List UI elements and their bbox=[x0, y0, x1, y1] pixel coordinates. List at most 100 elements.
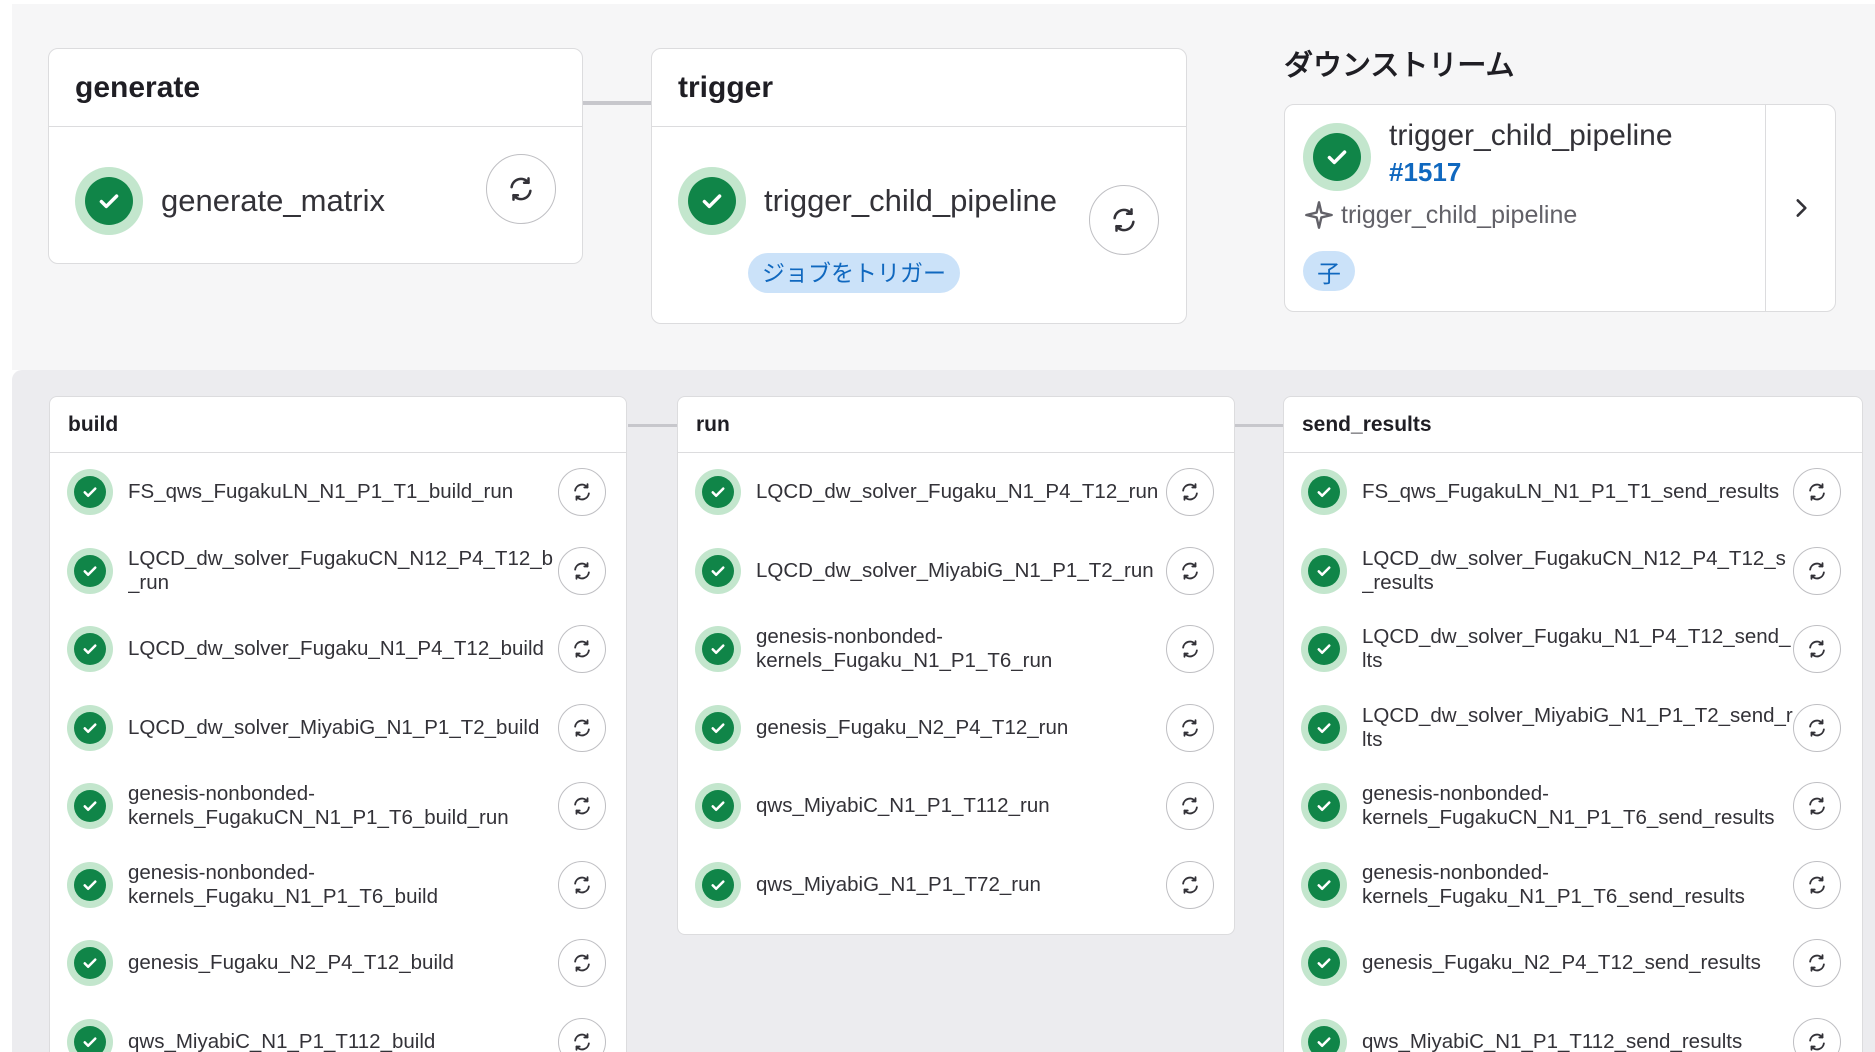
retry-button[interactable] bbox=[1793, 782, 1841, 830]
expand-downstream-button[interactable] bbox=[1765, 105, 1835, 311]
job-row[interactable]: FS_qws_FugakuLN_N1_P1_T1_send_results bbox=[1284, 453, 1862, 532]
retry-button[interactable] bbox=[558, 939, 606, 987]
retry-icon bbox=[1182, 561, 1198, 580]
job-name: LQCD_dw_solver_Fugaku_N1_P4_T12_build bbox=[128, 637, 544, 661]
job-name: LQCD_dw_solver_Fugaku_N1_P4_T12_run bbox=[756, 480, 1159, 504]
job-row[interactable]: genesis-nonbonded- kernels_Fugaku_N1_P1_… bbox=[1284, 846, 1862, 925]
stage-title: generate bbox=[49, 49, 582, 127]
job-name: genesis-nonbonded- kernels_Fugaku_N1_P1_… bbox=[128, 860, 438, 908]
job-row[interactable]: LQCD_dw_solver_MiyabiG_N1_P1_T2_send_r l… bbox=[1284, 689, 1862, 768]
check-circle-icon bbox=[67, 626, 113, 672]
parent-pipeline-area: generate generate_matrix trigger trigger… bbox=[12, 4, 1875, 370]
job-row[interactable]: genesis_Fugaku_N2_P4_T12_build bbox=[50, 924, 626, 1003]
retry-icon bbox=[1182, 875, 1198, 894]
stage-title: send_results bbox=[1284, 397, 1862, 453]
retry-button[interactable] bbox=[1793, 703, 1841, 752]
retry-icon bbox=[1182, 718, 1198, 737]
job-row[interactable]: genesis_Fugaku_N2_P4_T12_run bbox=[678, 689, 1234, 768]
check-circle-icon bbox=[695, 783, 741, 829]
retry-button[interactable] bbox=[558, 860, 606, 909]
trigger-source-icon bbox=[1305, 201, 1333, 229]
retry-button[interactable] bbox=[558, 782, 606, 830]
retry-button[interactable] bbox=[486, 154, 556, 224]
retry-button[interactable] bbox=[558, 546, 606, 595]
chevron-right-icon bbox=[1795, 199, 1807, 217]
check-circle-icon bbox=[695, 704, 741, 751]
job-row[interactable]: genesis-nonbonded- kernels_Fugaku_N1_P1_… bbox=[50, 846, 626, 925]
check-circle-icon bbox=[1301, 783, 1347, 829]
retry-icon bbox=[1809, 640, 1825, 658]
job-row[interactable]: genesis-nonbonded- kernels_FugakuCN_N1_P… bbox=[1284, 767, 1862, 846]
retry-button[interactable] bbox=[1166, 782, 1214, 830]
job-row[interactable]: LQCD_dw_solver_Fugaku_N1_P4_T12_run bbox=[678, 453, 1234, 532]
job-row[interactable]: qws_MiyabiG_N1_P1_T72_run bbox=[678, 846, 1234, 925]
job-row[interactable]: LQCD_dw_solver_MiyabiG_N1_P1_T2_run bbox=[678, 532, 1234, 611]
retry-button[interactable] bbox=[1793, 860, 1841, 909]
job-row[interactable]: qws_MiyabiC_N1_P1_T112_run bbox=[678, 767, 1234, 846]
job-name: qws_MiyabiC_N1_P1_T112_send_results bbox=[1362, 1029, 1743, 1052]
stage-send-results: send_results FS_qws_FugakuLN_N1_P1_T1_se… bbox=[1283, 396, 1863, 1052]
job-row[interactable]: LQCD_dw_solver_Fugaku_N1_P4_T12_build bbox=[50, 610, 626, 689]
job-row[interactable]: LQCD_dw_solver_MiyabiG_N1_P1_T2_build bbox=[50, 689, 626, 768]
job-name: LQCD_dw_solver_MiyabiG_N1_P1_T2_run bbox=[756, 558, 1154, 582]
check-circle-icon bbox=[67, 940, 113, 986]
retry-icon bbox=[1182, 797, 1198, 815]
stage-build: build FS_qws_FugakuLN_N1_P1_T1_build_run… bbox=[49, 396, 627, 1052]
retry-button[interactable] bbox=[1793, 939, 1841, 987]
retry-button[interactable] bbox=[1793, 625, 1841, 673]
retry-button[interactable] bbox=[1793, 546, 1841, 595]
retry-button[interactable] bbox=[1166, 546, 1214, 595]
downstream-pipeline-name[interactable]: trigger_child_pipeline bbox=[1389, 119, 1673, 153]
check-circle-icon bbox=[678, 167, 746, 235]
job-name: genesis_Fugaku_N2_P4_T12_run bbox=[756, 715, 1069, 739]
job-name: LQCD_dw_solver_FugakuCN_N12_P4_T12_b _ru… bbox=[128, 546, 554, 594]
retry-button[interactable] bbox=[1089, 185, 1159, 255]
job-trigger-child-pipeline[interactable]: trigger_child_pipeline bbox=[678, 167, 1057, 235]
job-list: FS_qws_FugakuLN_N1_P1_T1_send_results LQC… bbox=[1284, 453, 1862, 1052]
retry-button[interactable] bbox=[1166, 468, 1214, 516]
job-row[interactable]: qws_MiyabiC_N1_P1_T112_send_results bbox=[1284, 1003, 1862, 1052]
job-row[interactable]: genesis-nonbonded- kernels_Fugaku_N1_P1_… bbox=[678, 610, 1234, 689]
retry-button[interactable] bbox=[1166, 860, 1214, 909]
stage-generate: generate generate_matrix bbox=[48, 48, 583, 264]
retry-icon bbox=[1809, 561, 1825, 580]
job-name: genesis_Fugaku_N2_P4_T12_send_results bbox=[1362, 951, 1761, 975]
job-name: LQCD_dw_solver_FugakuCN_N12_P4_T12_s _re… bbox=[1362, 546, 1786, 594]
job-row[interactable]: genesis-nonbonded- kernels_FugakuCN_N1_P… bbox=[50, 767, 626, 846]
job-name: qws_MiyabiC_N1_P1_T112_build bbox=[128, 1029, 436, 1052]
job-name: LQCD_dw_solver_MiyabiG_N1_P1_T2_build bbox=[128, 715, 540, 739]
retry-button[interactable] bbox=[1793, 468, 1841, 516]
check-circle-icon bbox=[695, 547, 741, 594]
job-row[interactable]: LQCD_dw_solver_FugakuCN_N12_P4_T12_b _ru… bbox=[50, 532, 626, 611]
retry-button[interactable] bbox=[558, 625, 606, 673]
check-circle-icon bbox=[1301, 861, 1347, 908]
job-name: genesis-nonbonded- kernels_Fugaku_N1_P1_… bbox=[1362, 860, 1745, 908]
check-circle-icon bbox=[67, 861, 113, 908]
stage-run: run LQCD_dw_solver_Fugaku_N1_P4_T12_run L… bbox=[677, 396, 1235, 935]
job-name: FS_qws_FugakuLN_N1_P1_T1_send_results bbox=[1362, 480, 1780, 504]
check-circle-icon bbox=[1301, 626, 1347, 672]
job-name: trigger_child_pipeline bbox=[764, 183, 1057, 218]
job-generate-matrix[interactable]: generate_matrix bbox=[75, 167, 385, 235]
job-name: genesis-nonbonded- kernels_FugakuCN_N1_P… bbox=[1362, 782, 1775, 830]
downstream-pipeline-card[interactable]: trigger_child_pipeline #1517 trigger_chi… bbox=[1284, 104, 1836, 312]
downstream-pipeline-id[interactable]: #1517 bbox=[1389, 157, 1461, 188]
stage-title: trigger bbox=[652, 49, 1186, 127]
downstream-title: ダウンストリーム bbox=[1284, 50, 1515, 82]
job-row[interactable]: FS_qws_FugakuLN_N1_P1_T1_build_run bbox=[50, 453, 626, 532]
job-row[interactable]: qws_MiyabiC_N1_P1_T112_build bbox=[50, 1003, 626, 1052]
job-row[interactable]: genesis_Fugaku_N2_P4_T12_send_results bbox=[1284, 924, 1862, 1003]
retry-button[interactable] bbox=[558, 468, 606, 516]
trigger-job-badge: ジョブをトリガー bbox=[748, 253, 960, 293]
job-row[interactable]: LQCD_dw_solver_Fugaku_N1_P4_T12_send_ lt… bbox=[1284, 610, 1862, 689]
job-name: genesis_Fugaku_N2_P4_T12_build bbox=[128, 951, 454, 975]
retry-icon bbox=[1182, 640, 1198, 658]
check-circle-icon bbox=[67, 704, 113, 751]
check-circle-icon bbox=[1301, 940, 1347, 986]
source-job-name: trigger_child_pipeline bbox=[1341, 200, 1578, 229]
retry-button[interactable] bbox=[1166, 703, 1214, 752]
job-row[interactable]: LQCD_dw_solver_FugakuCN_N12_P4_T12_s _re… bbox=[1284, 532, 1862, 611]
retry-button[interactable] bbox=[558, 703, 606, 752]
retry-icon bbox=[1809, 797, 1825, 815]
retry-button[interactable] bbox=[1166, 625, 1214, 673]
